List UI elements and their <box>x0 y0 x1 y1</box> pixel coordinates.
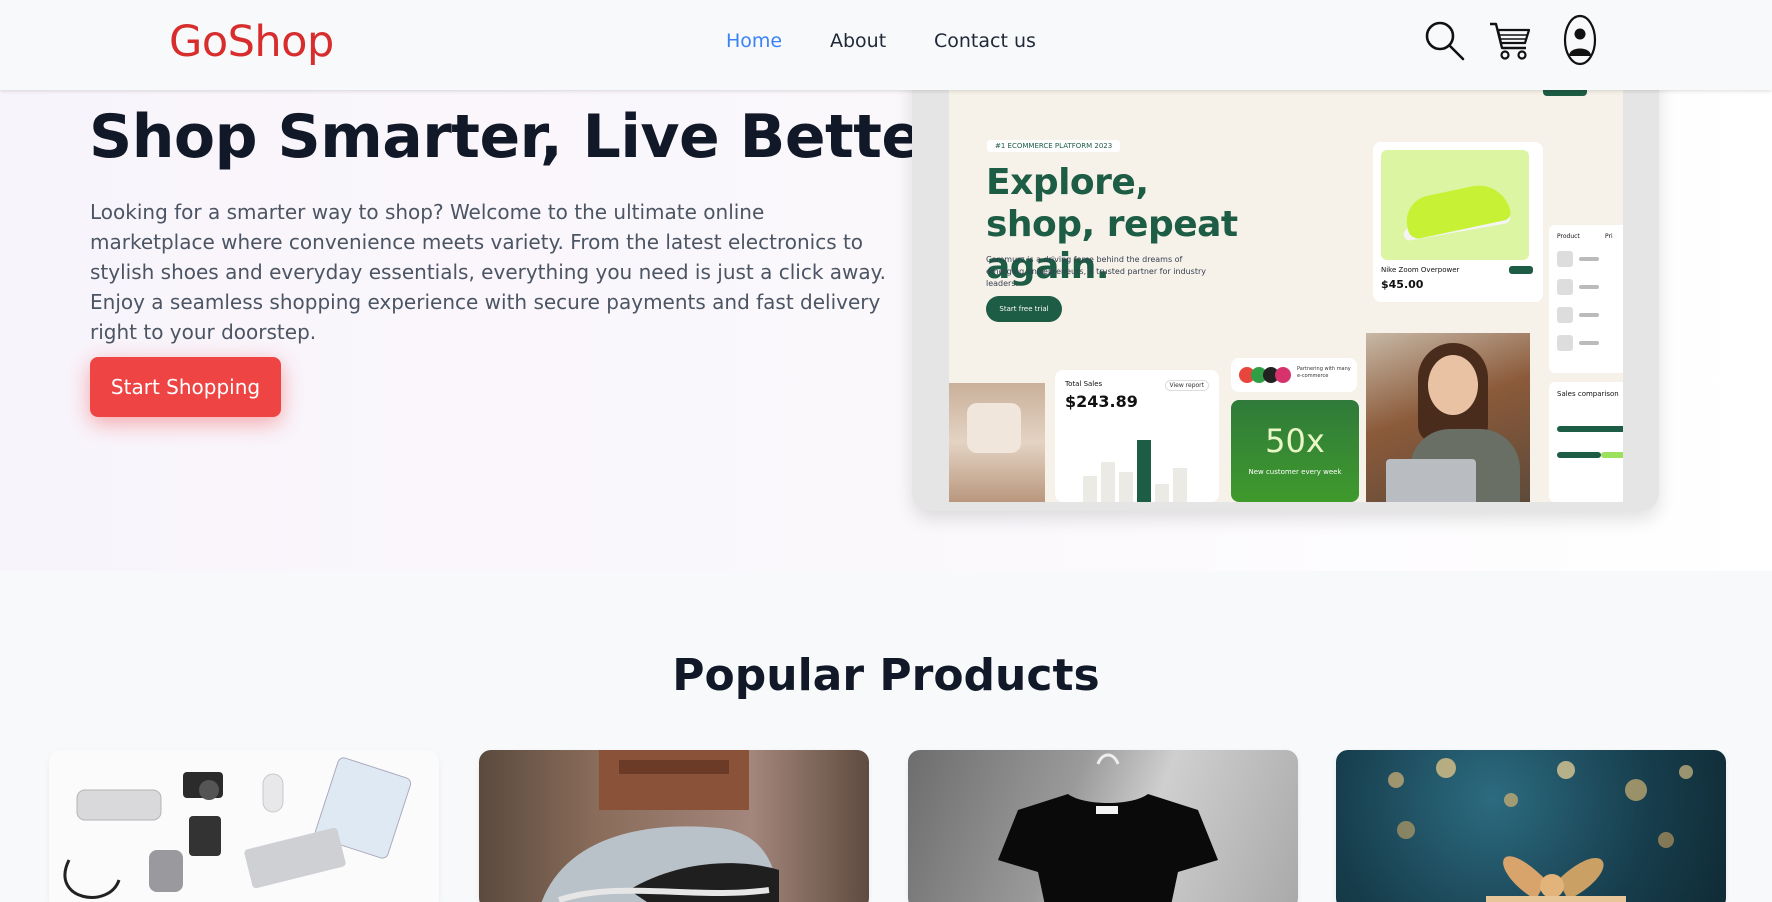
product-card-tshirt[interactable] <box>908 750 1298 902</box>
mock-start-trial-button: Start free trial <box>986 296 1062 322</box>
mock-table-row <box>1557 307 1623 325</box>
mock-chart-bar <box>1155 484 1169 502</box>
mock-stat-label: New customer every week <box>1248 468 1342 476</box>
tshirt-image <box>998 753 1218 902</box>
mock-partner-text: Partnering with many e-commerce <box>1297 366 1351 379</box>
mock-comparison-bar <box>1557 452 1601 458</box>
mock-partner-logos: Partnering with many e-commerce <box>1231 358 1357 392</box>
cart-icon[interactable] <box>1488 20 1532 66</box>
hero-image-mockup: #1 ECOMMERCE PLATFORM 2023 Explore, shop… <box>949 90 1623 502</box>
mock-sales-label: Total Sales <box>1065 380 1103 388</box>
mock-table-head-price: Pri <box>1605 233 1613 240</box>
mock-shoe-card: Nike Zoom Overpower $45.00 <box>1373 142 1543 302</box>
nav-about[interactable]: About <box>830 30 886 52</box>
partner-logo-icon <box>1275 367 1291 383</box>
mock-table-row <box>1557 279 1623 297</box>
mock-sales-comparison: Sales comparison <box>1549 382 1623 502</box>
mock-shoe-price: $45.00 <box>1381 278 1424 291</box>
hero-title: Shop Smarter, Live Better <box>89 102 951 172</box>
mock-sales-card: Total Sales View report $243.89 <box>1055 370 1219 502</box>
mock-comparison-title: Sales comparison <box>1557 390 1619 398</box>
mock-stat-card: 50x New customer every week <box>1231 400 1359 502</box>
mock-shoe-tag <box>1509 266 1533 274</box>
mock-shoe-image <box>1381 150 1529 260</box>
mock-product-table: Product Pri <box>1549 225 1623 373</box>
popular-products-title: Popular Products <box>672 650 1100 701</box>
mock-view-report: View report <box>1164 380 1209 391</box>
start-shopping-button[interactable]: Start Shopping <box>90 357 281 417</box>
user-icon[interactable] <box>1563 14 1597 70</box>
mock-stat-value: 50x <box>1265 422 1325 460</box>
shoes-image <box>541 750 779 902</box>
mock-top-button <box>1543 90 1587 96</box>
product-card-electronics[interactable] <box>49 750 439 902</box>
mock-table-row <box>1557 251 1623 269</box>
mock-comparison-bar <box>1557 426 1623 432</box>
hero-image: #1 ECOMMERCE PLATFORM 2023 Explore, shop… <box>912 60 1659 511</box>
mock-subtext: Commurz is a driving force behind the dr… <box>986 255 1206 288</box>
mock-comparison-bar <box>1601 452 1623 458</box>
site-header: GoShop Home About Contact us <box>0 0 1772 90</box>
mock-chart-bar <box>1137 440 1151 502</box>
mock-chart-bar <box>1101 462 1115 502</box>
electronics-image <box>49 750 439 902</box>
mock-shoe-name: Nike Zoom Overpower <box>1381 266 1460 274</box>
mock-table-head: Product <box>1557 233 1580 240</box>
hero-description: Looking for a smarter way to shop? Welco… <box>90 200 886 344</box>
product-card-gift[interactable] <box>1336 750 1726 902</box>
site-logo[interactable]: GoShop <box>169 17 334 67</box>
mock-model-photo <box>949 383 1045 502</box>
mock-woman-photo <box>1366 333 1530 502</box>
mock-table-row <box>1557 335 1623 353</box>
mock-chart-bar <box>1083 476 1097 502</box>
product-card-shoes[interactable] <box>479 750 869 902</box>
mock-chart-bar <box>1173 468 1187 502</box>
mock-badge: #1 ECOMMERCE PLATFORM 2023 <box>987 140 1121 152</box>
mock-chart-bar <box>1119 472 1133 502</box>
nav-contact-us[interactable]: Contact us <box>934 30 1036 52</box>
nav-home[interactable]: Home <box>726 30 782 52</box>
mock-sales-amount: $243.89 <box>1065 392 1138 411</box>
gift-image <box>1388 758 1693 902</box>
search-icon[interactable] <box>1424 20 1466 66</box>
